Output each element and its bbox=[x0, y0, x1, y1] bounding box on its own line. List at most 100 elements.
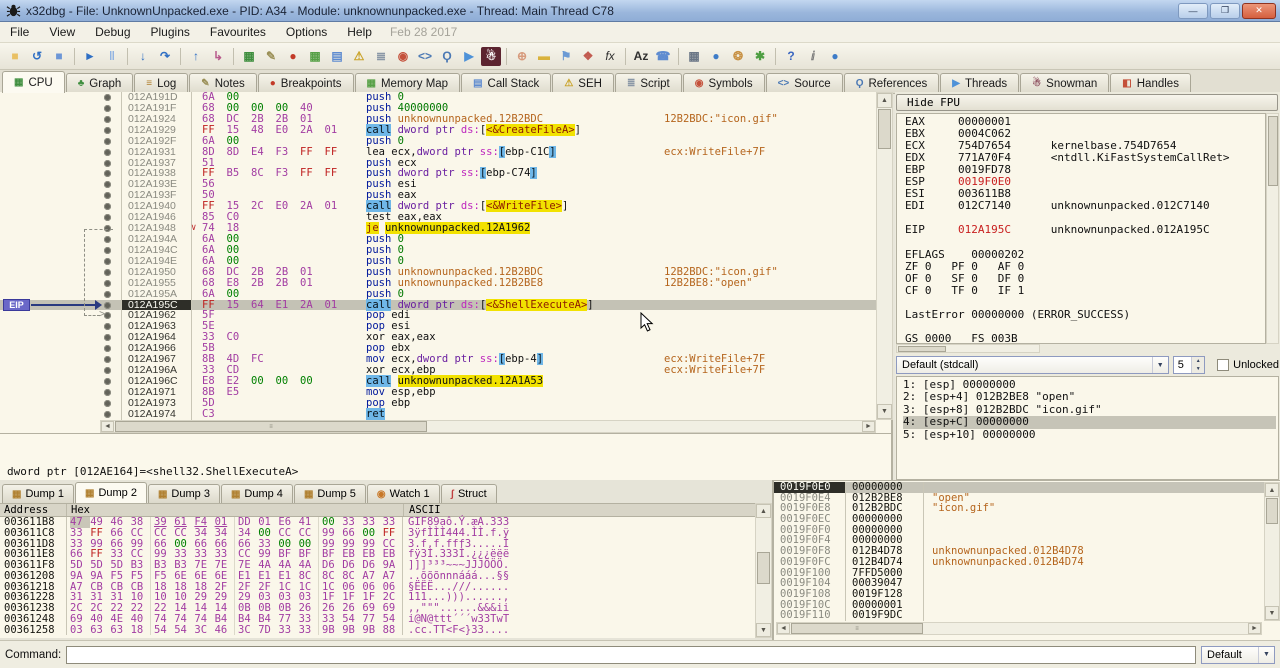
breakpoint-dot[interactable] bbox=[104, 323, 111, 330]
step-over-icon[interactable]: ↷ bbox=[155, 47, 175, 66]
registers-hscrollbar[interactable] bbox=[896, 344, 1040, 353]
disasm-row[interactable]: 012A1974C3ret bbox=[0, 409, 876, 420]
run-to-user-icon[interactable]: ↳ bbox=[208, 47, 228, 66]
registers-list[interactable]: EAX 00000001EBX 0004C062ECX 754D7654 ker… bbox=[896, 113, 1266, 344]
dump-row[interactable]: 0036124869404E40747474B4B4B4773333547754… bbox=[0, 614, 755, 625]
case-icon[interactable]: Az bbox=[631, 47, 651, 66]
tab-dump-1[interactable]: ▦Dump 1 bbox=[2, 484, 74, 503]
cpu-icon[interactable]: ▦ bbox=[239, 47, 259, 66]
call-stack-icon[interactable]: ▤ bbox=[327, 47, 347, 66]
dump-row[interactable]: 003612089A9AF5F5F56E6E6EE1E1E18C8C8CA7A7… bbox=[0, 571, 755, 582]
breakpoint-dot[interactable] bbox=[104, 312, 111, 319]
tab-dump-3[interactable]: ▦Dump 3 bbox=[148, 484, 220, 503]
scroll-right-arrow[interactable]: ► bbox=[1248, 623, 1261, 634]
breakpoint-dot[interactable] bbox=[104, 105, 111, 112]
registers-vscrollbar[interactable] bbox=[1266, 113, 1279, 344]
breakpoint-dot[interactable] bbox=[104, 389, 111, 396]
disassembly-vscrollbar[interactable]: ▲ ▼ bbox=[876, 92, 893, 420]
maximize-button[interactable]: ❐ bbox=[1210, 3, 1240, 19]
menu-item-favourites[interactable]: Favourites bbox=[200, 23, 276, 41]
stop-icon[interactable]: ■ bbox=[49, 47, 69, 66]
notes-icon[interactable]: ✎ bbox=[261, 47, 281, 66]
stack-row[interactable]: 0019F0E8012B2BDC"icon.gif" bbox=[774, 503, 1264, 514]
scroll-thumb[interactable] bbox=[757, 552, 770, 584]
tab-handles[interactable]: ◧Handles bbox=[1110, 73, 1191, 93]
dump-grid[interactable]: Address Hex ASCII 003611B8474946383961F4… bbox=[0, 503, 755, 638]
stack-row[interactable]: 0019F1007FFD5000 bbox=[774, 568, 1264, 579]
stack-row[interactable]: 0019F10C00000001 bbox=[774, 600, 1264, 611]
tab-memory-map[interactable]: ▦Memory Map bbox=[355, 73, 461, 93]
menu-item-options[interactable]: Options bbox=[276, 23, 337, 41]
breakpoint-dot[interactable] bbox=[104, 127, 111, 134]
stack-vscrollbar[interactable]: ▲ ▼ bbox=[1264, 482, 1280, 621]
breakpoint-dot[interactable] bbox=[104, 181, 111, 188]
comments-icon[interactable]: ▬ bbox=[534, 47, 554, 66]
scroll-down-arrow[interactable]: ▼ bbox=[1265, 606, 1279, 620]
stack-hscrollbar[interactable]: ◄ ≡ ► bbox=[776, 622, 1262, 635]
scroll-left-arrow[interactable]: ◄ bbox=[777, 623, 790, 634]
calling-convention-select[interactable]: Default (stdcall) ▼ bbox=[896, 356, 1169, 374]
tab-snowman[interactable]: ☃Snowman bbox=[1020, 73, 1109, 93]
functions-icon[interactable]: fx bbox=[600, 47, 620, 66]
arg-count-stepper[interactable]: 5 ▲▼ bbox=[1173, 356, 1206, 374]
breakpoint-dot[interactable] bbox=[104, 170, 111, 177]
argument-row[interactable]: 2: [esp+4] 012B2BE8 "open" bbox=[903, 391, 1278, 403]
restart-icon[interactable]: ↺ bbox=[27, 47, 47, 66]
tab-breakpoints[interactable]: ●Breakpoints bbox=[258, 73, 354, 93]
tab-notes[interactable]: ✎Notes bbox=[189, 73, 256, 93]
dump-row[interactable]: 003612580363631854543C463C7D33339B9B9B88… bbox=[0, 625, 755, 636]
disassembly-rows[interactable]: 012A191D6A00push 0012A191F6800000040push… bbox=[0, 92, 876, 420]
breakpoint-dot[interactable] bbox=[104, 94, 111, 101]
arguments-list[interactable]: 1: [esp] 000000002: [esp+4] 012B2BE8 "op… bbox=[896, 376, 1279, 480]
breakpoint-dot[interactable] bbox=[104, 203, 111, 210]
scroll-thumb[interactable]: ≡ bbox=[115, 421, 427, 432]
scroll-up-arrow[interactable]: ▲ bbox=[1265, 483, 1279, 497]
breakpoint-dot[interactable] bbox=[104, 138, 111, 145]
tab-call-stack[interactable]: ▤Call Stack bbox=[461, 73, 551, 93]
unlocked-checkbox[interactable] bbox=[1217, 359, 1229, 371]
breakpoint-dot[interactable] bbox=[104, 378, 111, 385]
breakpoint-dot[interactable] bbox=[104, 367, 111, 374]
snowman-icon[interactable]: ☃ bbox=[481, 47, 501, 66]
about-icon[interactable]: ● bbox=[825, 47, 845, 66]
tab-dump-4[interactable]: ▦Dump 4 bbox=[221, 484, 293, 503]
menu-item-view[interactable]: View bbox=[39, 23, 85, 41]
register-line[interactable]: EIP 012A195C unknownunpacked.012A195C bbox=[905, 224, 1265, 236]
tab-dump-2[interactable]: ▦Dump 2 bbox=[75, 482, 147, 503]
menu-item-plugins[interactable]: Plugins bbox=[141, 23, 200, 41]
disasm-row[interactable]: 012A19318D8DE4F3FFFFlea ecx,dword ptr ss… bbox=[0, 147, 876, 158]
scroll-left-arrow[interactable]: ◄ bbox=[101, 421, 114, 432]
settings-icon[interactable]: ❂ bbox=[728, 47, 748, 66]
tab-script[interactable]: ≣Script bbox=[615, 73, 682, 93]
bookmarks-icon[interactable]: ❖ bbox=[578, 47, 598, 66]
tab-seh[interactable]: ⚠SEH bbox=[552, 73, 614, 93]
phone-icon[interactable]: ☎ bbox=[653, 47, 673, 66]
menu-item-debug[interactable]: Debug bbox=[85, 23, 140, 41]
labels-icon[interactable]: ⚑ bbox=[556, 47, 576, 66]
tab-log[interactable]: ≡Log bbox=[134, 73, 188, 93]
scroll-thumb[interactable] bbox=[898, 346, 946, 352]
menu-item-file[interactable]: File bbox=[0, 23, 39, 41]
scroll-up-arrow[interactable]: ▲ bbox=[756, 504, 771, 518]
command-input[interactable] bbox=[66, 646, 1196, 664]
breakpoint-dot[interactable] bbox=[104, 247, 111, 254]
tab-references[interactable]: ϘReferences bbox=[844, 73, 940, 93]
register-line[interactable]: EDI 012C7140 unknownunpacked.012C7140 bbox=[905, 200, 1265, 212]
pause-icon[interactable]: ‖ bbox=[102, 47, 122, 66]
breakpoint-dot[interactable] bbox=[104, 258, 111, 265]
argument-row[interactable]: 5: [esp+10] 00000000 bbox=[903, 429, 1278, 441]
tab-struct[interactable]: ʃStruct bbox=[441, 484, 497, 503]
breakpoint-dot[interactable] bbox=[104, 356, 111, 363]
tab-symbols[interactable]: ◉Symbols bbox=[683, 73, 765, 93]
breakpoint-dot[interactable] bbox=[104, 291, 111, 298]
stack-row[interactable]: 0019F0FC012B4D74unknownunpacked.012B4D74 bbox=[774, 557, 1264, 568]
register-line[interactable]: CF 0 TF 0 IF 1 bbox=[905, 285, 1265, 297]
breakpoint-dot[interactable] bbox=[104, 214, 111, 221]
breakpoint-dot[interactable] bbox=[104, 269, 111, 276]
breakpoint-icon[interactable]: ● bbox=[283, 47, 303, 66]
scroll-down-arrow[interactable]: ▼ bbox=[756, 623, 771, 637]
breakpoint-dot[interactable] bbox=[104, 192, 111, 199]
stepper-up-icon[interactable]: ▲ bbox=[1192, 357, 1204, 365]
scroll-up-arrow[interactable]: ▲ bbox=[877, 93, 892, 108]
scroll-thumb[interactable]: ≡ bbox=[791, 623, 923, 634]
